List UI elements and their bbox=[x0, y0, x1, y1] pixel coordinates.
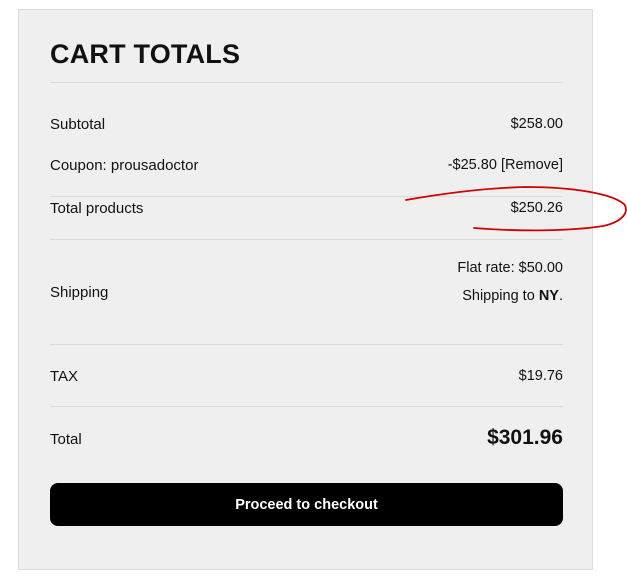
proceed-to-checkout-button[interactable]: Proceed to checkout bbox=[50, 483, 563, 526]
divider bbox=[50, 82, 563, 83]
shipping-destination: Shipping to NY. bbox=[462, 288, 563, 304]
tax-value: $19.76 bbox=[518, 368, 563, 384]
shipping-rate: Flat rate: $50.00 bbox=[457, 260, 563, 276]
cart-totals-title: CART TOTALS bbox=[50, 39, 241, 69]
cart-totals-panel: CART TOTALS Subtotal $258.00 Coupon: pro… bbox=[18, 9, 593, 570]
total-products-value: $250.26 bbox=[510, 200, 563, 216]
coupon-value: -$25.80 [Remove] bbox=[448, 157, 563, 173]
shipping-destination-suffix: . bbox=[558, 288, 563, 304]
shipping-destination-prefix: Shipping to bbox=[462, 288, 539, 304]
total-label: Total bbox=[50, 431, 82, 448]
coupon-label: Coupon: prousadoctor bbox=[50, 157, 199, 174]
divider bbox=[50, 344, 563, 345]
divider bbox=[50, 196, 563, 197]
subtotal-value: $258.00 bbox=[510, 116, 563, 132]
coupon-amount: -$25.80 bbox=[447, 157, 497, 173]
shipping-state: NY bbox=[538, 288, 559, 304]
total-value: $301.96 bbox=[487, 426, 563, 449]
subtotal-label: Subtotal bbox=[50, 116, 106, 133]
divider bbox=[50, 239, 563, 240]
tax-label: TAX bbox=[50, 368, 79, 385]
shipping-label: Shipping bbox=[50, 284, 109, 301]
divider bbox=[50, 406, 563, 407]
total-products-label: Total products bbox=[50, 200, 144, 217]
remove-coupon-link[interactable]: [Remove] bbox=[501, 157, 563, 173]
